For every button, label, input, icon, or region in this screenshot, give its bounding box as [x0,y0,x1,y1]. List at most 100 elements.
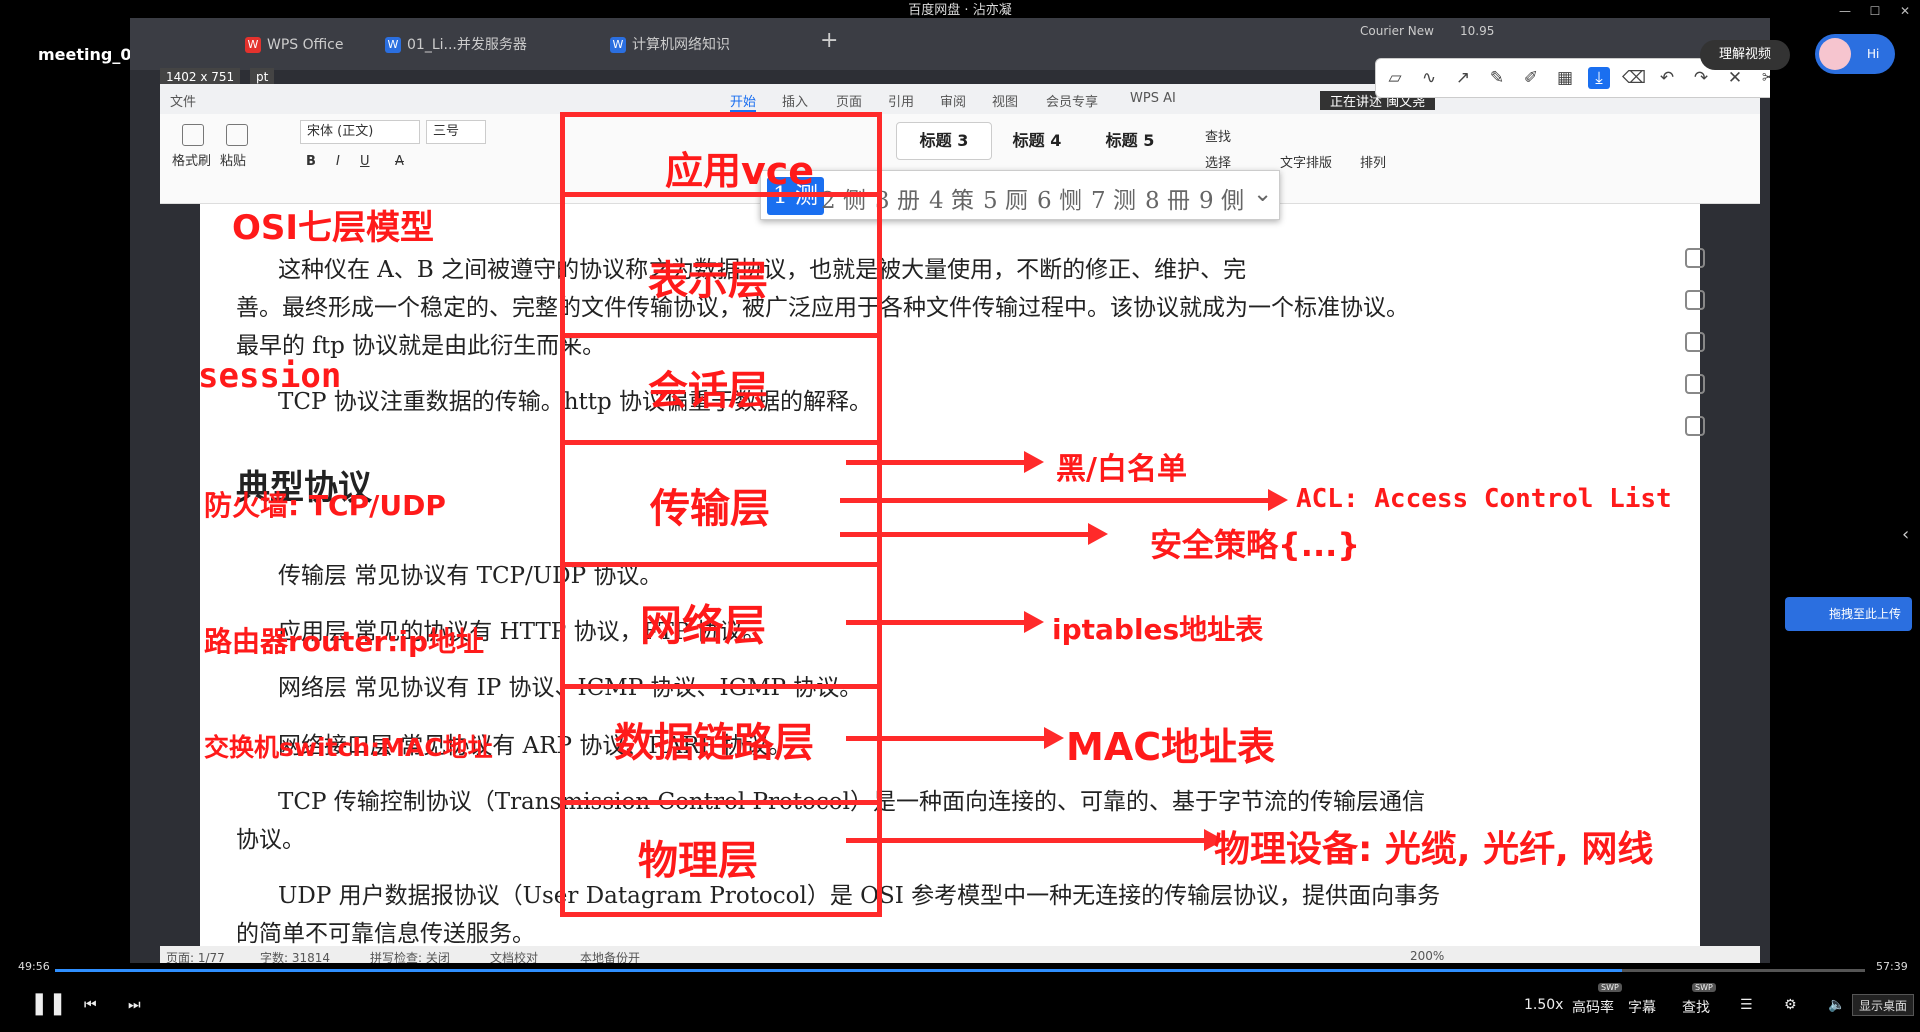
prev-icon[interactable]: ⏮ [84,997,97,1013]
menu-wps-ai[interactable]: WPS AI [1130,91,1176,106]
layer-transport: 传输层 [650,486,770,532]
highlighter-icon[interactable]: ✐ [1520,67,1542,89]
select-button[interactable]: 选择 [1205,152,1231,171]
curve-icon[interactable]: ∿ [1418,67,1440,89]
side-ai-icon[interactable] [1685,374,1705,394]
maximize-icon[interactable]: ☐ [1860,0,1890,22]
ime-candidate[interactable]: 5 厕 [983,181,1028,215]
ime-candidate[interactable]: 7 测 [1091,181,1136,215]
tab-doc-2[interactable]: W 计算机网络知识 [610,32,730,58]
download-icon[interactable]: ⤓ [1588,67,1610,89]
collapse-panel-icon[interactable]: ‹ [1902,524,1909,545]
side-settings-icon[interactable] [1685,332,1705,352]
chevron-down-icon[interactable]: ⌄ [1253,181,1272,207]
wps-statusbar: 页面: 1/77 字数: 31814 拼写检查: 关闭 文档校对 本地备份开 2… [160,946,1760,963]
total-time: 57:39 [1876,960,1908,973]
layer-network: 网络层 [640,601,767,650]
menu-home[interactable]: 开始 [730,91,757,112]
undo-icon[interactable]: ↶ [1656,67,1678,89]
italic-icon[interactable]: I [336,154,340,169]
playlist-icon[interactable]: ☰ [1740,997,1753,1013]
settings-icon[interactable]: ⚙ [1784,997,1797,1013]
tab-doc-1[interactable]: W 01_Li...并发服务器 [385,32,527,58]
avatar-icon [1819,38,1851,70]
mosaic-icon[interactable]: ▦ [1554,67,1576,89]
swp-badge: SWP [1598,983,1622,992]
pen-icon[interactable]: ✎ [1486,67,1508,89]
tab-wps-office[interactable]: W WPS Office [245,32,344,58]
new-tab-icon[interactable]: + [820,28,838,54]
side-pen-icon[interactable] [1685,248,1705,268]
paste-icon[interactable] [226,124,248,146]
underline-icon[interactable]: U [360,154,370,169]
arrow [840,489,1288,511]
ime-candidate[interactable]: 8 冊 [1145,181,1190,215]
layer-divider [560,800,882,805]
minimize-icon[interactable]: — [1830,0,1860,22]
ime-candidate[interactable]: 9 側 [1199,181,1244,215]
understand-video-button[interactable]: 理解视频 [1700,40,1790,70]
find-button[interactable]: 查找 [1205,126,1231,145]
text-layout-button[interactable]: 文字排版 [1280,152,1332,171]
heading-4-label[interactable]: 标题 4 [995,122,1079,162]
pause-icon[interactable]: ❚❚ [30,991,67,1016]
layer-session: 会话层 [648,368,768,414]
upload-drop-zone[interactable]: 拖拽至此上传 [1785,597,1912,631]
mac-table-label: MAC地址表 [1066,725,1276,769]
menu-insert[interactable]: 插入 [782,91,808,110]
layer-physical: 物理层 [638,838,758,884]
layer-divider [560,440,882,445]
show-desktop-button[interactable]: 显示桌面 [1852,994,1914,1016]
search-button[interactable]: 查找 [1682,997,1710,1017]
speed-button[interactable]: 1.50x [1524,997,1563,1013]
ime-candidate[interactable]: 4 策 [929,181,974,215]
volume-icon[interactable]: 🔈 [1828,997,1845,1013]
layer-datalink: 数据链路层 [614,720,814,766]
arrow [846,829,1224,851]
quality-button[interactable]: 高码率 [1572,997,1614,1017]
menu-ref[interactable]: 引用 [888,91,914,110]
doc-icon: W [385,37,401,53]
blackwhite-label: 黑/白名单 [1056,452,1187,487]
assistant-avatar[interactable]: Hi [1815,34,1895,74]
next-icon[interactable]: ⏭ [128,997,141,1013]
font-top-size: 10.95 [1460,24,1495,38]
layer-divider [560,684,882,689]
format-painter-icon[interactable] [182,124,204,146]
pin-icon[interactable]: ✂ [1758,67,1770,89]
menu-view[interactable]: 视图 [992,91,1018,110]
layer-divider [560,562,882,567]
heading-3-label: 标题 3 [919,131,969,150]
arrow [846,727,1064,749]
elapsed-time: 49:56 [18,960,50,973]
font-size-select[interactable]: 三号 [426,120,486,144]
format-painter-label: 格式刷 [172,154,212,169]
subtitle-button[interactable]: 字幕 [1628,997,1656,1017]
menu-vip[interactable]: 会员专享 [1046,91,1098,110]
arrange-button[interactable]: 排列 [1360,152,1386,171]
heading-5-label[interactable]: 标题 5 [1088,122,1172,162]
redo-icon[interactable]: ↷ [1690,67,1712,89]
menu-file[interactable]: 文件 [170,91,196,110]
close-icon[interactable]: ✕ [1890,0,1920,22]
side-history-icon[interactable] [1685,416,1705,436]
side-cursor-icon[interactable] [1685,290,1705,310]
menu-page[interactable]: 页面 [836,91,862,110]
ime-candidate[interactable]: 6 恻 [1037,181,1082,215]
arrow-icon[interactable]: ↗ [1452,67,1474,89]
clear-icon[interactable]: ✕ [1724,67,1746,89]
doc-para-3: 最早的 ftp 协议就是由此衍生而来。 [236,333,606,359]
shape-icon[interactable]: ▱ [1384,67,1406,89]
strike-icon[interactable]: A [395,154,404,169]
layer-application: 应用vce [665,149,815,193]
firewall-label: 防火墙: TCP/UDP [204,489,446,522]
security-policy-label: 安全策略{...} [1150,526,1361,564]
seek-bar-fill [55,969,1623,972]
physical-devices-label: 物理设备: 光缆, 光纤, 网线 [1214,829,1654,870]
bold-icon[interactable]: B [306,154,316,169]
menu-review[interactable]: 审阅 [940,91,966,110]
eraser-icon[interactable]: ⌫ [1622,67,1646,89]
layer-presentation: 表示层 [648,258,768,304]
seek-bar[interactable] [55,969,1865,972]
font-name-select[interactable]: 宋体 (正文) [300,120,420,144]
